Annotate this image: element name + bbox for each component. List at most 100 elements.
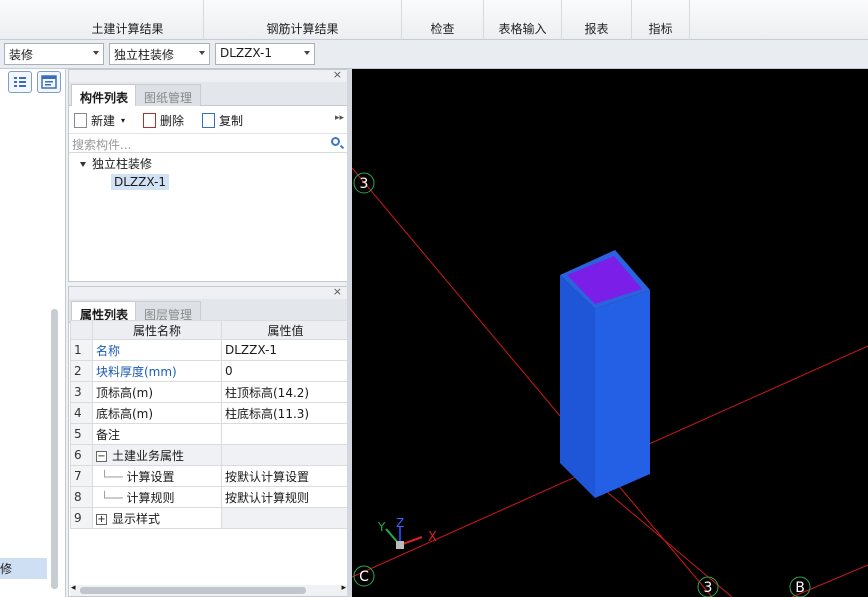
left-navigation: 修	[0, 69, 66, 597]
tab-component-list[interactable]: 构件列表	[71, 84, 138, 106]
column-left-face	[560, 275, 595, 498]
search-bar[interactable]: 搜索构件...	[69, 134, 347, 153]
selection-toolbar: 装修 独立柱装修 DLZZX-1	[0, 40, 868, 69]
window-icon	[41, 75, 57, 89]
property-value[interactable]: 按默认计算规则	[221, 486, 350, 508]
property-value[interactable]: DLZZX-1	[221, 339, 350, 361]
property-name: 底标高(m)	[92, 402, 222, 424]
copy-label: 复制	[219, 114, 244, 128]
property-name-cell: └── 计算规则	[92, 486, 222, 508]
property-value[interactable]: 柱顶标高(14.2)	[221, 381, 350, 403]
property-value	[221, 444, 350, 466]
delete-button[interactable]: 删除	[143, 112, 184, 129]
component-tools: 新建 ▾ 删除 复制 ▸▸	[69, 106, 347, 134]
property-value[interactable]: 0	[221, 360, 350, 382]
component-value: DLZZX-1	[220, 46, 272, 60]
new-label: 新建	[91, 114, 116, 128]
nav-item-selected[interactable]: 修	[0, 558, 47, 579]
tree-group-label: 独立柱装修	[92, 157, 153, 171]
gizmo-y-label: Y	[377, 520, 386, 534]
tab-check[interactable]: 检查	[402, 0, 484, 40]
panel-header: ×	[69, 68, 347, 82]
component-type-select[interactable]: 独立柱装修	[109, 43, 210, 65]
chevron-down-icon: ▾	[121, 116, 126, 125]
property-value[interactable]: 柱底标高(11.3)	[221, 402, 350, 424]
more-icon[interactable]: ▸▸	[335, 113, 344, 123]
scroll-left-icon[interactable]: ◂	[71, 583, 76, 593]
property-name: 计算设置	[126, 469, 175, 484]
tree-group[interactable]: 独立柱装修	[80, 155, 152, 172]
gizmo-z-label: Z	[396, 516, 404, 530]
floor-select[interactable]: 装修	[4, 43, 104, 65]
row-number: 2	[70, 360, 93, 382]
property-group: − 土建业务属性	[92, 444, 222, 466]
copy-button[interactable]: 复制	[202, 112, 243, 129]
component-type-value: 独立柱装修	[114, 48, 175, 62]
close-icon[interactable]: ×	[333, 68, 342, 81]
axis-label: B	[795, 580, 805, 596]
property-value-header: 属性值	[221, 320, 350, 340]
property-value[interactable]	[221, 423, 350, 445]
table-row[interactable]: 7 └── 计算设置 按默认计算设置	[70, 465, 350, 487]
search-icon[interactable]	[331, 137, 340, 146]
table-row[interactable]: 5 备注	[70, 423, 350, 445]
search-input[interactable]: 搜索构件...	[72, 138, 131, 152]
property-name: 名称	[92, 339, 222, 361]
scroll-thumb[interactable]	[80, 587, 306, 594]
tab-report[interactable]: 报表	[562, 0, 632, 40]
property-name: 顶标高(m)	[92, 381, 222, 403]
property-table: 属性名称 属性值 1 名称 DLZZX-1 2 块料厚度(mm) 0 3 顶标高…	[70, 320, 350, 529]
nav-scrollbar[interactable]	[51, 309, 58, 589]
row-number: 3	[70, 381, 93, 403]
tab-civil-results[interactable]: 土建计算结果	[52, 0, 204, 40]
property-group: + 显示样式	[92, 507, 222, 529]
table-header-row: 属性名称 属性值	[70, 320, 350, 340]
ribbon-bar: 土建计算结果 钢筋计算结果 检查 表格输入 报表 指标	[0, 0, 868, 40]
delete-label: 删除	[160, 114, 185, 128]
expand-triangle-icon[interactable]	[80, 162, 86, 167]
floor-select-value: 装修	[9, 48, 34, 62]
table-row[interactable]: 4 底标高(m) 柱底标高(11.3)	[70, 402, 350, 424]
axis-label: C	[359, 569, 369, 585]
axis-label: 3	[704, 580, 713, 596]
list-view-button[interactable]	[8, 71, 32, 93]
expand-icon[interactable]: +	[96, 513, 107, 525]
scroll-right-icon[interactable]: ▸	[341, 583, 346, 593]
delete-icon	[143, 113, 156, 128]
tab-table-input[interactable]: 表格输入	[484, 0, 562, 40]
new-button[interactable]: 新建 ▾	[74, 112, 125, 129]
table-row[interactable]: 3 顶标高(m) 柱顶标高(14.2)	[70, 381, 350, 403]
chevron-down-icon	[304, 51, 310, 55]
viewport-canvas[interactable]: 3 C 3 B X Y Z	[352, 69, 868, 597]
collapse-icon[interactable]: −	[96, 450, 107, 462]
table-row[interactable]: 2 块料厚度(mm) 0	[70, 360, 350, 382]
component-list-panel: × 构件列表 图纸管理 新建 ▾ 删除 复制 ▸▸ 搜索构件...	[68, 68, 348, 282]
tab-rebar-results[interactable]: 钢筋计算结果	[204, 0, 402, 40]
tree-item-selected[interactable]: DLZZX-1	[111, 174, 169, 190]
property-name: 块料厚度(mm)	[92, 360, 222, 382]
panel-view-button[interactable]	[37, 71, 61, 93]
tab-indicator[interactable]: 指标	[632, 0, 690, 40]
axis-label: 3	[360, 176, 369, 192]
table-row-group[interactable]: 9 + 显示样式	[70, 507, 350, 529]
row-number: 7	[70, 465, 93, 487]
3d-viewport[interactable]: 3 C 3 B X Y Z	[352, 69, 868, 597]
property-hscrollbar[interactable]: ◂ ▸	[70, 583, 347, 596]
property-value[interactable]: 按默认计算设置	[221, 465, 350, 487]
property-name-header: 属性名称	[92, 320, 222, 340]
column-right-face	[595, 290, 650, 498]
panel-header: ×	[69, 285, 347, 299]
axis-gizmo-icon: X Y Z	[377, 516, 437, 549]
close-icon[interactable]: ×	[333, 285, 342, 298]
gizmo-x-label: X	[428, 530, 437, 545]
table-row[interactable]: 1 名称 DLZZX-1	[70, 339, 350, 361]
row-number: 9	[70, 507, 93, 529]
component-tabs: 构件列表 图纸管理	[69, 82, 347, 106]
table-row-group[interactable]: 6 − 土建业务属性	[70, 444, 350, 466]
property-name: 备注	[92, 423, 222, 445]
row-number: 6	[70, 444, 93, 466]
tab-drawing-management[interactable]: 图纸管理	[135, 84, 202, 106]
table-row[interactable]: 8 └── 计算规则 按默认计算规则	[70, 486, 350, 508]
component-select[interactable]: DLZZX-1	[215, 43, 315, 65]
row-number: 4	[70, 402, 93, 424]
